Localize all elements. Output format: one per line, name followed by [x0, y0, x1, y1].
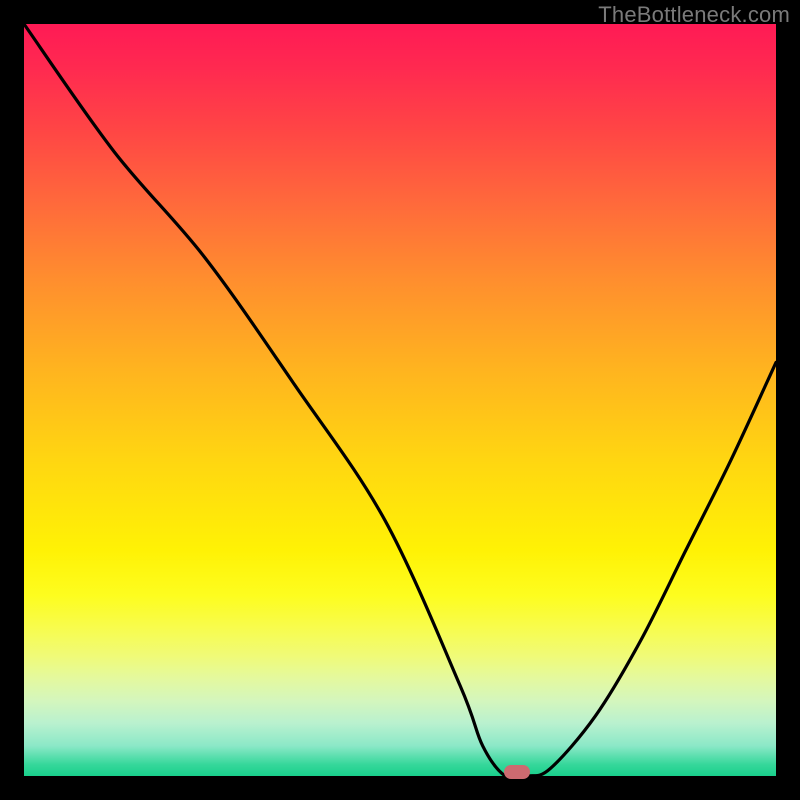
bottleneck-curve — [24, 24, 776, 776]
watermark-text: TheBottleneck.com — [598, 2, 790, 28]
optimal-marker — [504, 765, 530, 779]
plot-area — [24, 24, 776, 776]
chart-frame: TheBottleneck.com — [0, 0, 800, 800]
